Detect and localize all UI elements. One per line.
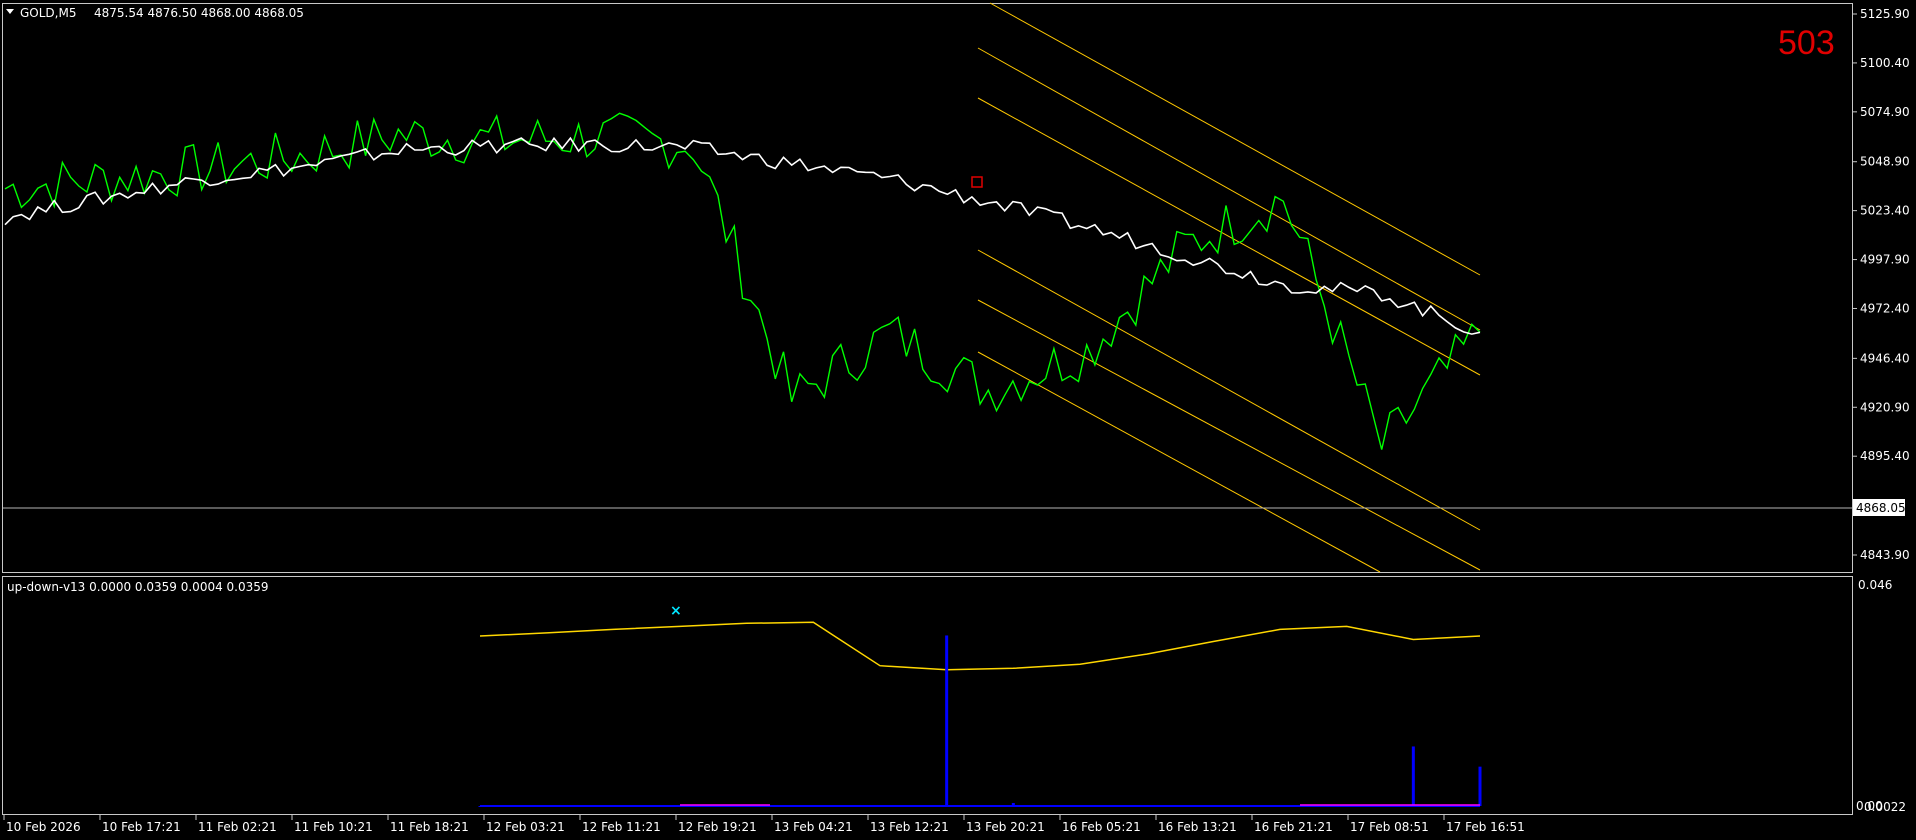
time-tick-label: 12 Feb 03:21 xyxy=(486,820,565,834)
price-tick-label: 5048.90 xyxy=(1860,155,1910,169)
time-tick-label: 16 Feb 13:21 xyxy=(1158,820,1237,834)
indicator-series xyxy=(478,621,1482,807)
histogram-bar xyxy=(945,635,949,806)
indicator-scale-top: 0.046 xyxy=(1858,578,1892,592)
histogram-bar xyxy=(1011,802,1015,806)
price-tick-label: 5100.40 xyxy=(1860,56,1910,70)
time-tick-label: 12 Feb 19:21 xyxy=(678,820,757,834)
histogram-bar xyxy=(1211,806,1215,807)
indicator-frame xyxy=(2,576,1853,815)
channel-line xyxy=(977,299,1481,571)
price-axis: 5125.90 5100.40 5074.90 5048.90 5023.40 4997.… xyxy=(1852,7,1910,562)
histogram-bar xyxy=(1078,805,1082,807)
time-tick-label: 17 Feb 08:51 xyxy=(1350,820,1429,834)
time-tick-label: 13 Feb 20:21 xyxy=(966,820,1045,834)
price-tick-label: 4895.40 xyxy=(1860,449,1910,463)
channel-line xyxy=(977,97,1481,376)
price-tick-label: 5125.90 xyxy=(1860,7,1910,21)
symbol-label: GOLD,M5 xyxy=(20,6,76,20)
time-tick-label: 11 Feb 02:21 xyxy=(198,820,277,834)
time-tick-label: 13 Feb 04:21 xyxy=(774,820,853,834)
price-tick-label: 4997.90 xyxy=(1860,253,1910,267)
channel-line xyxy=(977,47,1481,331)
histogram-bar xyxy=(1478,766,1482,806)
histogram-bar xyxy=(1345,806,1349,807)
time-tick-label: 13 Feb 12:21 xyxy=(870,820,949,834)
indicator-line xyxy=(479,621,1481,671)
histogram-bar xyxy=(545,806,549,807)
histogram-bar xyxy=(611,806,615,807)
histogram-bar xyxy=(478,806,482,807)
histogram-bar xyxy=(811,806,815,807)
histogram-bar xyxy=(878,806,882,807)
time-tick-label: 16 Feb 21:21 xyxy=(1254,820,1333,834)
price-series-line xyxy=(4,112,1481,450)
main-chart-frame xyxy=(2,3,1853,573)
time-tick-label: 10 Feb 2026 xyxy=(6,820,81,834)
histogram-bar xyxy=(1411,746,1415,806)
time-tick-label: 11 Feb 10:21 xyxy=(294,820,373,834)
chart-canvas: 5125.90 5100.40 5074.90 5048.90 5023.40 4997.… xyxy=(2,2,1910,834)
time-tick-label: 10 Feb 17:21 xyxy=(102,820,181,834)
main-series xyxy=(4,112,1481,450)
price-tick-label: 4946.40 xyxy=(1860,351,1910,365)
indicator-scale-bottom-b: 0.0022 xyxy=(1864,800,1906,814)
histogram-bar xyxy=(678,806,682,807)
time-tick-label: 11 Feb 18:21 xyxy=(390,820,469,834)
price-tick-label: 4920.90 xyxy=(1860,400,1910,414)
histogram-bar xyxy=(1145,806,1149,807)
time-tick-label: 12 Feb 11:21 xyxy=(582,820,661,834)
channel-lines xyxy=(977,2,1481,573)
time-tick-label: 16 Feb 05:21 xyxy=(1062,820,1141,834)
time-axis: 10 Feb 2026 10 Feb 17:21 11 Feb 02:21 11 Fe… xyxy=(3,815,1525,834)
indicator-label: up-down-v13 0.0000 0.0359 0.0004 0.0359 xyxy=(7,580,269,594)
triangle-down-icon[interactable] xyxy=(6,9,14,14)
price-tick-label: 4972.40 xyxy=(1860,301,1910,315)
price-tick-label: 5023.40 xyxy=(1860,204,1910,218)
histogram-bar xyxy=(1278,806,1282,807)
channel-line xyxy=(989,2,1481,276)
ma-series-line xyxy=(4,136,1481,335)
signal-cross-icon: × xyxy=(670,603,682,619)
ohlc-values: 4875.54 4876.50 4868.00 4868.05 xyxy=(94,6,304,20)
price-tick-label: 5074.90 xyxy=(1860,105,1910,119)
trade-marker-icon xyxy=(971,176,983,188)
time-tick-label: 17 Feb 16:51 xyxy=(1446,820,1525,834)
count-badge: 503 xyxy=(1778,24,1835,62)
price-tick-label: 4843.90 xyxy=(1860,548,1910,562)
current-price-label: 4868.05 xyxy=(1856,501,1906,515)
histogram-bar xyxy=(745,806,749,807)
channel-line xyxy=(977,249,1481,531)
